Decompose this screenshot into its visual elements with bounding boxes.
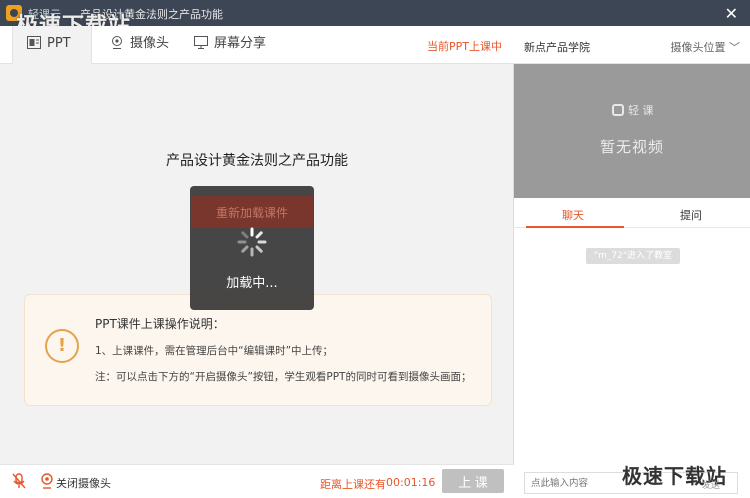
tab-screen-share-label: 屏幕分享 — [214, 36, 267, 51]
help-box: ! PPT课件上课操作说明： 1、上课课件，需在管理后台中“编辑课时”中上传； … — [24, 294, 492, 406]
main-panel: PPT 摄像头 屏幕分享 当前PPT上课中 产品设计黄金法则之产品功能 ! PP… — [0, 26, 514, 498]
loading-spinner-icon — [237, 227, 267, 257]
video-area: 轻 课 暂无视频 — [514, 64, 750, 198]
window-title: 产品设计黄金法则之产品功能 — [80, 8, 223, 21]
camera-icon — [112, 36, 122, 49]
title-bar: 轻课云 产品设计黄金法则之产品功能 ✕ — [0, 0, 750, 26]
ppt-icon — [27, 36, 41, 49]
close-camera-button[interactable]: 关闭摄像头 — [56, 475, 111, 491]
countdown-time: 00:01:16 — [386, 476, 436, 489]
qingke-logo-icon — [612, 104, 624, 116]
qingke-logo: 轻 课 — [612, 102, 654, 118]
help-line-2: 注：可以点击下方的“开启摄像头”按钮，学生观看PPT的同时可看到摄像头画面； — [95, 371, 472, 383]
no-video-text: 暂无视频 — [599, 138, 664, 156]
camera-position-dropdown[interactable]: 摄像头位置 ﹀ — [671, 39, 741, 55]
tab-screen-share[interactable]: 屏幕分享 — [194, 26, 266, 64]
app-name: 轻课云 — [28, 8, 61, 21]
start-class-button[interactable]: 上 课 — [442, 469, 504, 493]
join-notice: "m_72"进入了教室 — [586, 248, 680, 264]
side-header: 新点产品学院 摄像头位置 ﹀ — [514, 26, 750, 64]
tab-camera[interactable]: 摄像头 — [110, 26, 169, 64]
side-panel: 新点产品学院 摄像头位置 ﹀ 轻 课 暂无视频 聊天 提问 "m_72"进入了教… — [514, 26, 750, 498]
source-tabs: PPT 摄像头 屏幕分享 当前PPT上课中 — [0, 26, 514, 64]
warning-icon: ! — [45, 329, 79, 363]
tab-chat[interactable]: 聊天 — [562, 207, 584, 223]
tab-ppt[interactable]: PPT — [12, 26, 92, 64]
qingke-logo-text: 轻 课 — [628, 104, 654, 117]
send-hint: 发送 — [702, 481, 721, 491]
tab-chat-underline — [526, 226, 624, 228]
loading-text: 加载中... — [226, 276, 278, 291]
app-logo-icon — [6, 5, 22, 21]
bottom-toolbar: 关闭摄像头 距离上课还有 00:01:16 上 课 — [0, 464, 514, 498]
reload-courseware-button[interactable]: 重新加载课件 — [191, 196, 313, 228]
tab-question[interactable]: 提问 — [680, 207, 702, 223]
mic-off-icon[interactable] — [12, 473, 26, 489]
ppt-title: 产品设计黄金法则之产品功能 — [166, 153, 348, 169]
chat-tabs: 聊天 提问 — [514, 198, 750, 228]
institution-name: 新点产品学院 — [524, 41, 590, 54]
ppt-status-text: 当前PPT上课中 — [427, 40, 502, 53]
monitor-icon — [194, 36, 208, 49]
loading-overlay: 重新加载课件 加载中... — [190, 186, 314, 310]
camera-off-icon[interactable] — [40, 473, 54, 489]
tab-camera-label: 摄像头 — [130, 36, 170, 51]
countdown-label: 距离上课还有 — [320, 478, 386, 491]
help-title: PPT课件上课操作说明： — [95, 317, 225, 331]
close-icon[interactable]: ✕ — [725, 4, 738, 23]
tab-ppt-label: PPT — [47, 36, 71, 51]
help-line-1: 1、上课课件，需在管理后台中“编辑课时”中上传； — [95, 345, 334, 357]
